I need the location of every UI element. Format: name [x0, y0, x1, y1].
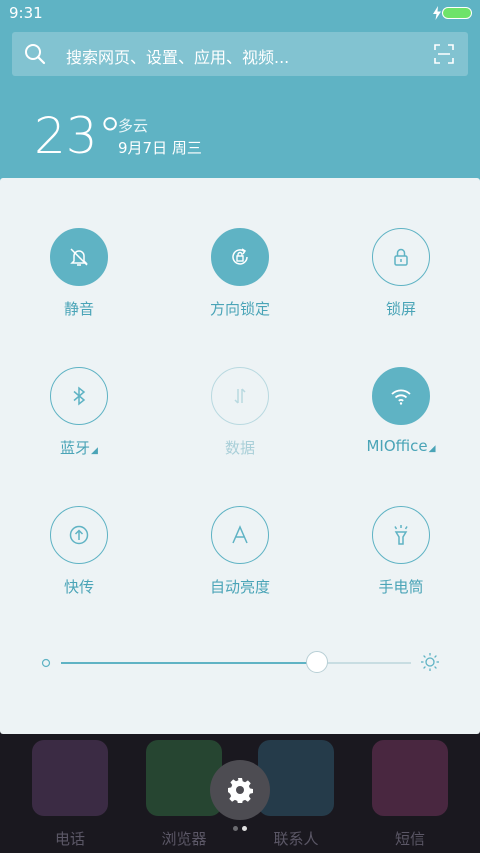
mobile-data-icon: [234, 388, 246, 404]
tile-label: 手电筒: [378, 578, 424, 596]
brightness-track[interactable]: [61, 662, 411, 664]
padlock-icon: [394, 248, 408, 266]
tile-label: 静音: [63, 300, 94, 318]
quick-transfer-toggle[interactable]: [50, 506, 108, 564]
tile-flashlight[interactable]: 手电筒: [336, 506, 466, 616]
phone-app-icon[interactable]: [32, 740, 108, 816]
dock-label: 短信: [394, 830, 425, 848]
silent-toggle[interactable]: [50, 228, 108, 286]
tile-lock-screen[interactable]: 锁屏: [336, 228, 466, 338]
expand-caret-icon[interactable]: ◢: [429, 444, 436, 454]
auto-brightness-toggle[interactable]: [211, 506, 269, 564]
bell-off-icon: [70, 248, 88, 266]
scan-icon[interactable]: [434, 44, 454, 64]
page-dot: [233, 826, 238, 831]
tile-rotation-lock[interactable]: 方向锁定: [175, 228, 305, 338]
quick-settings-panel: 静音 方向锁定 锁屏 蓝牙◢ 数据 MIOffice◢ 快传 自动亮度 手电筒: [0, 178, 480, 734]
page-dot-active: [242, 826, 247, 831]
tile-label: 自动亮度: [209, 578, 270, 596]
brightness-slider[interactable]: [40, 648, 440, 678]
dock-label: 联系人: [273, 830, 319, 848]
weather-date: 9月7日 周三: [118, 139, 202, 157]
tile-label: 数据: [224, 439, 255, 457]
status-time: 9:31: [9, 4, 43, 22]
rotation-lock-icon: [232, 248, 248, 265]
bright-brightness-icon: [421, 653, 439, 671]
page-indicator: [231, 826, 251, 832]
gear-icon: [228, 778, 253, 803]
tile-quick-transfer[interactable]: 快传: [14, 506, 144, 616]
status-bar: 9:31: [0, 0, 480, 26]
dock-label: 电话: [54, 830, 85, 848]
bluetooth-icon: [73, 386, 86, 406]
tile-wifi[interactable]: MIOffice◢: [336, 367, 466, 477]
bluetooth-toggle[interactable]: [50, 367, 108, 425]
contacts-app-icon[interactable]: [258, 740, 334, 816]
tile-bluetooth[interactable]: 蓝牙◢: [14, 367, 144, 477]
flashlight-toggle[interactable]: [372, 506, 430, 564]
auto-brightness-icon: [232, 525, 248, 544]
transfer-icon: [69, 525, 89, 545]
wifi-icon: [391, 389, 411, 405]
rotation-lock-toggle[interactable]: [211, 228, 269, 286]
search-icon: [25, 44, 46, 65]
wifi-network-label: MIOffice: [366, 437, 428, 455]
mobile-data-toggle[interactable]: [211, 367, 269, 425]
weather-condition: 多云: [118, 117, 149, 135]
lock-screen-button[interactable]: [372, 228, 430, 286]
brightness-thumb[interactable]: [305, 651, 328, 673]
search-placeholder: 搜索网页、设置、应用、视频...: [66, 48, 290, 67]
tile-auto-brightness[interactable]: 自动亮度: [175, 506, 305, 616]
dock-label: 浏览器: [161, 830, 207, 848]
notification-header: 9:31 搜索网页、设置、应用、视频... 23° 多云 9月7日 周三: [0, 0, 480, 182]
brightness-fill: [61, 662, 317, 664]
tile-label: MIOffice◢: [336, 437, 466, 455]
messages-app-icon[interactable]: [372, 740, 448, 816]
settings-button[interactable]: [210, 760, 270, 820]
dock-app-phone[interactable]: 电话: [32, 740, 108, 850]
tile-label: 蓝牙◢: [14, 437, 144, 458]
charging-bolt-icon: [433, 6, 441, 20]
tile-silent[interactable]: 静音: [14, 228, 144, 338]
expand-caret-icon[interactable]: ◢: [91, 446, 98, 456]
tile-mobile-data[interactable]: 数据: [175, 367, 305, 477]
battery-icon: [442, 7, 472, 19]
weather-temperature[interactable]: 23°: [34, 106, 123, 166]
flashlight-icon: [394, 525, 408, 545]
bluetooth-label: 蓝牙: [60, 439, 91, 457]
dock-app-messages[interactable]: 短信: [372, 740, 448, 850]
browser-app-icon[interactable]: [146, 740, 222, 816]
wifi-toggle[interactable]: [372, 367, 430, 425]
search-bar[interactable]: 搜索网页、设置、应用、视频...: [12, 32, 468, 76]
tile-label: 锁屏: [385, 300, 416, 318]
tile-label: 方向锁定: [209, 300, 270, 318]
dim-brightness-icon: [41, 658, 51, 668]
tile-label: 快传: [63, 578, 94, 596]
